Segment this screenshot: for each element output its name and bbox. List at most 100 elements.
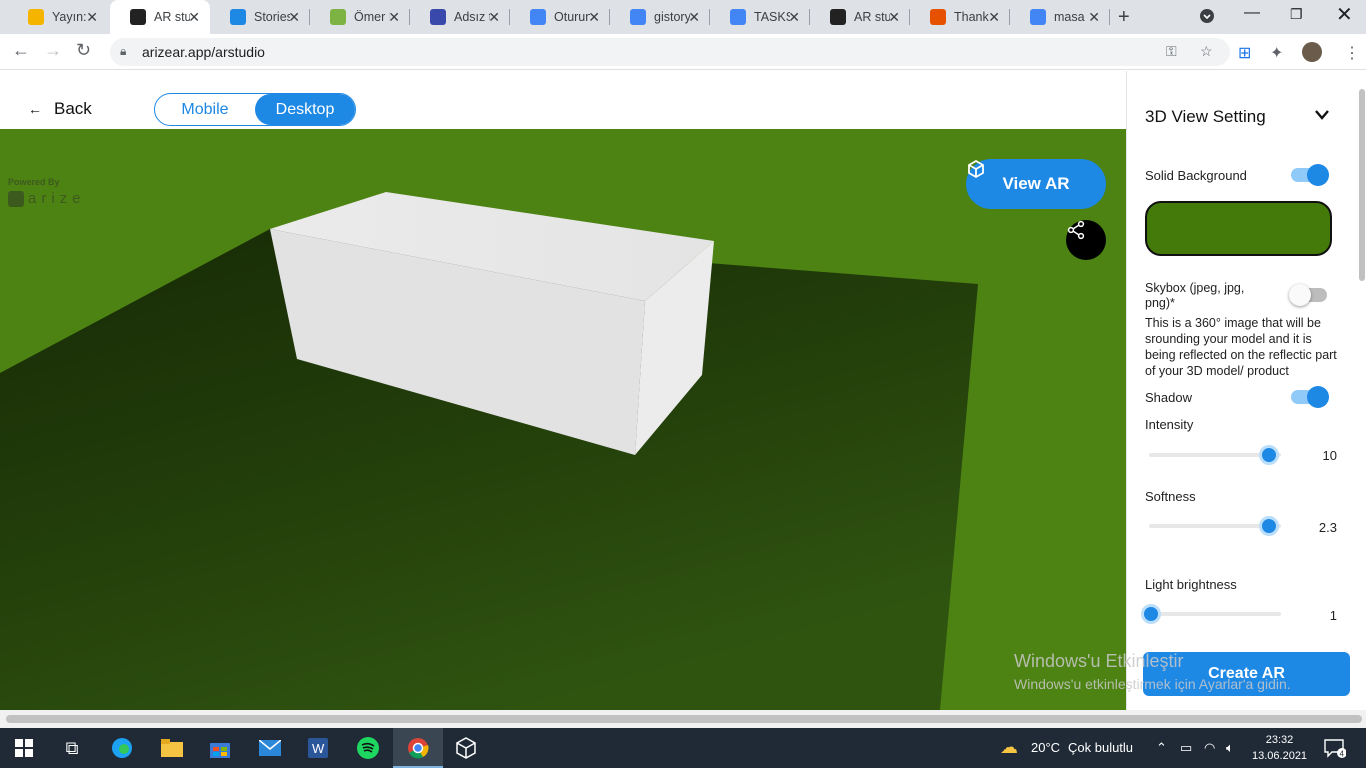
softness-label: Softness xyxy=(1145,489,1196,504)
browser-tab[interactable]: gistory ✕ xyxy=(610,0,710,34)
bookmark-star-icon[interactable]: ☆ xyxy=(1200,43,1213,60)
horizontal-scrollbar[interactable] xyxy=(0,710,1366,728)
tab-favicon-icon xyxy=(330,9,346,25)
browser-tab[interactable]: Thank ✕ xyxy=(910,0,1010,34)
profile-avatar[interactable] xyxy=(1302,42,1322,62)
light-brightness-slider-thumb[interactable] xyxy=(1141,604,1161,624)
mail-icon[interactable] xyxy=(258,736,282,760)
task-view-icon[interactable]: ⧉ xyxy=(60,736,84,760)
omnibox[interactable]: 🔒︎ arizear.app/arstudio ⚿ ☆ xyxy=(110,38,1230,66)
shadow-toggle[interactable] xyxy=(1291,386,1329,408)
skybox-toggle[interactable] xyxy=(1289,284,1327,306)
softness-value: 2.3 xyxy=(1318,520,1337,535)
intensity-label: Intensity xyxy=(1145,417,1194,432)
weather-text[interactable]: Çok bulutlu xyxy=(1068,740,1133,755)
volume-icon[interactable]: 🔈︎ xyxy=(1226,740,1234,756)
browser-tab[interactable]: Stories ✕ xyxy=(210,0,310,34)
skybox-description: This is a 360° image that will be sround… xyxy=(1145,316,1337,378)
extensions-icon[interactable]: ✦ xyxy=(1270,43,1283,63)
tab-close-icon[interactable]: ✕ xyxy=(688,9,700,26)
forward-arrow-icon[interactable]: → xyxy=(44,40,62,61)
wifi-icon[interactable]: ◠ xyxy=(1204,740,1215,756)
tray-chevron-up-icon[interactable]: ⌃ xyxy=(1156,740,1167,756)
maximize-icon[interactable]: ❐ xyxy=(1290,6,1303,23)
tab-close-icon[interactable]: ✕ xyxy=(988,9,1000,26)
browser-tab[interactable]: AR stu ✕ xyxy=(110,0,210,34)
tab-label: AR stu xyxy=(854,10,890,24)
reload-icon[interactable]: ↻ xyxy=(76,40,91,61)
tab-close-icon[interactable]: ✕ xyxy=(388,9,400,26)
mode-mobile-option[interactable]: Mobile xyxy=(155,94,255,125)
intensity-value: 10 xyxy=(1322,448,1337,463)
view-ar-label: View AR xyxy=(1002,174,1070,193)
tab-favicon-icon xyxy=(830,9,846,25)
minimize-icon[interactable]: — xyxy=(1244,4,1260,22)
browser-tab[interactable]: Oturun ✕ xyxy=(510,0,610,34)
browser-tab[interactable]: TASKS ✕ xyxy=(710,0,810,34)
solid-background-toggle[interactable] xyxy=(1291,164,1329,186)
powered-by-label: Powered By xyxy=(8,177,60,187)
tab-search-icon[interactable] xyxy=(1199,8,1215,29)
tab-close-icon[interactable]: ✕ xyxy=(588,9,600,26)
light-brightness-label: Light brightness xyxy=(1145,577,1237,592)
store-icon[interactable] xyxy=(208,736,232,760)
share-button[interactable] xyxy=(1066,220,1106,260)
tab-close-icon[interactable]: ✕ xyxy=(288,9,300,26)
tab-close-icon[interactable]: ✕ xyxy=(86,9,98,26)
3d-viewport[interactable]: Powered By arize View AR xyxy=(0,129,1126,710)
tab-close-icon[interactable]: ✕ xyxy=(488,9,500,26)
menu-kebab-icon[interactable]: ⋮ xyxy=(1344,43,1360,63)
tab-label: Thank xyxy=(954,10,989,24)
close-window-icon[interactable]: ✕ xyxy=(1336,2,1353,27)
tab-favicon-icon xyxy=(930,9,946,25)
shadow-label: Shadow xyxy=(1145,390,1192,405)
system-clock[interactable]: 23:32 13.06.2021 xyxy=(1252,732,1307,764)
browser-tab-bar: Yayın: I✕AR stu✕Stories✕Ömer I✕Adsız t✕O… xyxy=(0,0,1366,34)
softness-slider[interactable] xyxy=(1149,516,1281,536)
weather-icon[interactable]: ☁ xyxy=(1000,737,1018,758)
tab-close-icon[interactable]: ✕ xyxy=(788,9,800,26)
windows-start-icon[interactable] xyxy=(12,736,36,760)
word-icon[interactable]: W xyxy=(306,736,330,760)
powered-by-logo: Powered By arize xyxy=(8,177,86,207)
view-ar-button[interactable]: View AR xyxy=(966,159,1106,209)
horizontal-scrollbar-thumb[interactable] xyxy=(6,715,1362,723)
spotify-icon[interactable] xyxy=(356,736,380,760)
intensity-slider-thumb[interactable] xyxy=(1259,445,1279,465)
notification-count: 4 xyxy=(1340,750,1345,759)
file-explorer-icon[interactable] xyxy=(160,736,184,760)
edge-browser-icon[interactable] xyxy=(110,736,134,760)
battery-icon[interactable]: ▭ xyxy=(1180,740,1192,756)
tab-close-icon[interactable]: ✕ xyxy=(188,9,200,26)
skybox-label: Skybox (jpeg, jpg, png)* xyxy=(1145,281,1245,310)
share-icon xyxy=(1067,220,1085,240)
new-tab-button[interactable]: + xyxy=(1118,6,1130,29)
address-bar: ← → ↻ 🔒︎ arizear.app/arstudio ⚿ ☆ ⊞ ✦ ⋮ xyxy=(0,34,1366,70)
browser-tab[interactable]: AR stu ✕ xyxy=(810,0,910,34)
back-button[interactable]: ← Back xyxy=(28,99,92,119)
solid-background-label: Solid Background xyxy=(1145,168,1247,183)
browser-tab[interactable]: Ömer I ✕ xyxy=(310,0,410,34)
url-text[interactable]: arizear.app/arstudio xyxy=(142,44,265,60)
panel-scrollbar[interactable] xyxy=(1359,89,1365,281)
browser-tab[interactable]: Adsız t ✕ xyxy=(410,0,510,34)
background-color-swatch[interactable] xyxy=(1145,201,1332,256)
intensity-slider[interactable] xyxy=(1149,445,1281,465)
tab-close-icon[interactable]: ✕ xyxy=(1088,9,1100,26)
3d-viewer-icon[interactable] xyxy=(454,736,478,760)
temperature-text[interactable]: 20°C xyxy=(1031,740,1060,755)
chevron-down-icon[interactable] xyxy=(1315,104,1329,125)
back-arrow-icon[interactable]: ← xyxy=(12,40,30,61)
chrome-icon[interactable] xyxy=(406,736,430,760)
translate-icon[interactable]: ⊞ xyxy=(1238,43,1251,63)
mode-desktop-option[interactable]: Desktop xyxy=(255,94,355,125)
browser-tab[interactable]: masa ✕ xyxy=(1010,0,1110,34)
light-brightness-slider[interactable] xyxy=(1141,604,1281,624)
back-label: Back xyxy=(54,99,92,118)
notifications-icon[interactable]: 4 xyxy=(1324,738,1347,761)
browser-tab[interactable]: Yayın: I✕ xyxy=(8,0,108,34)
key-icon[interactable]: ⚿ xyxy=(1166,43,1177,60)
tab-favicon-icon xyxy=(28,9,44,25)
softness-slider-thumb[interactable] xyxy=(1259,516,1279,536)
tab-close-icon[interactable]: ✕ xyxy=(888,9,900,26)
